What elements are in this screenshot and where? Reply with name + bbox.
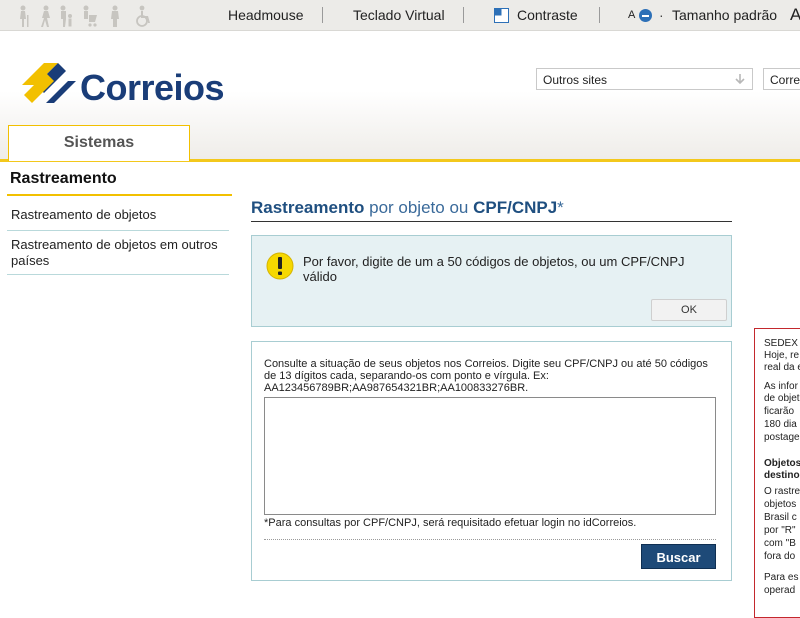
elderly-icon xyxy=(20,5,29,27)
info-line: As infor xyxy=(764,381,798,392)
info-line: Brasil c xyxy=(764,512,797,523)
page-title: Rastreamento por objeto ou CPF/CNPJ* xyxy=(251,198,564,218)
decrease-font-label[interactable]: A xyxy=(628,0,635,30)
topbar-divider xyxy=(322,7,323,23)
info-line: postage xyxy=(764,432,800,443)
minus-icon[interactable] xyxy=(639,9,652,22)
info-line: com "B xyxy=(764,538,796,549)
info-line: objetos xyxy=(764,499,797,510)
wheelchair-icon xyxy=(136,5,150,27)
parent-child-icon xyxy=(60,5,72,27)
info-line: O rastre xyxy=(764,486,800,497)
info-line: destino xyxy=(764,470,800,481)
tamanho-padrao-link[interactable]: Tamanho padrão xyxy=(672,0,777,30)
title-divider xyxy=(251,221,732,222)
contraste-link[interactable]: Contraste xyxy=(517,0,578,30)
person-standing-icon xyxy=(111,5,119,27)
correios-select-label: Correi xyxy=(770,73,800,87)
increase-font-label[interactable]: A xyxy=(790,0,800,30)
nav-title: Rastreamento xyxy=(10,170,117,187)
page-title-asterisk: * xyxy=(557,198,564,217)
headmouse-link[interactable]: Headmouse xyxy=(228,0,304,30)
outros-sites-select[interactable]: Outros sites xyxy=(536,68,753,90)
info-line: Objetos xyxy=(764,458,800,469)
person-walking-icon xyxy=(41,5,50,27)
info-line: operad xyxy=(764,585,796,596)
dot-separator: · xyxy=(659,7,664,23)
arrow-down-icon xyxy=(735,74,745,85)
contrast-icon[interactable] xyxy=(494,8,509,23)
outros-sites-label: Outros sites xyxy=(543,73,608,87)
stroller-icon xyxy=(83,5,97,27)
alert-box: Por favor, digite de um a 50 códigos de … xyxy=(251,235,732,327)
info-line: 180 dia xyxy=(764,419,797,430)
query-divider xyxy=(264,539,716,540)
query-instructions: Consulte a situação de seus objetos nos … xyxy=(264,358,708,394)
nav-item-rastreamento-objetos[interactable]: Rastreamento de objetos xyxy=(11,207,226,223)
ok-button[interactable]: OK xyxy=(651,299,727,321)
correios-select[interactable]: Correi xyxy=(763,68,800,90)
info-line: real da e xyxy=(764,362,800,373)
page-title-middle: por objeto ou xyxy=(369,198,469,217)
nav-item-rastreamento-outros-paises[interactable]: Rastreamento de objetos em outros países xyxy=(11,237,226,269)
logo-text[interactable]: Correios xyxy=(80,67,225,109)
topbar-divider xyxy=(599,7,600,23)
info-line: Para es xyxy=(764,572,799,583)
accessibility-bar: Headmouse Teclado Virtual Contraste A · … xyxy=(0,0,800,31)
query-note: *Para consultas por CPF/CNPJ, será requi… xyxy=(264,517,637,529)
buscar-button[interactable]: Buscar xyxy=(641,544,716,569)
nav-divider xyxy=(7,274,229,275)
page-title-cpf: CPF/CNPJ xyxy=(473,198,558,217)
info-line: fora do xyxy=(764,551,796,562)
info-line: Hoje, re xyxy=(764,350,800,361)
page-title-strong: Rastreamento xyxy=(251,198,365,217)
warning-icon xyxy=(266,252,294,280)
info-line: de objet xyxy=(764,393,800,404)
info-line: ficarão xyxy=(764,406,795,417)
info-panel: SEDEX Hoje, re real da e As infor de obj… xyxy=(754,328,800,618)
teclado-virtual-link[interactable]: Teclado Virtual xyxy=(353,0,445,30)
query-box: Consulte a situação de seus objetos nos … xyxy=(251,341,732,581)
nav-divider xyxy=(7,230,229,231)
topbar-divider xyxy=(463,7,464,23)
tab-sistemas[interactable]: Sistemas xyxy=(8,125,190,161)
nav-title-divider xyxy=(7,194,232,196)
info-line: SEDEX xyxy=(764,338,798,349)
alert-message: Por favor, digite de um a 50 códigos de … xyxy=(303,254,685,284)
tracking-codes-textarea[interactable] xyxy=(264,397,716,515)
info-line: por "R" xyxy=(764,525,796,536)
